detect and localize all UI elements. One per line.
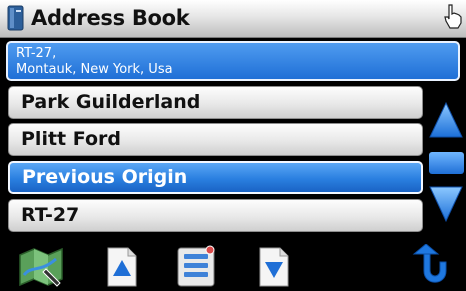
page-up-icon[interactable] [106,246,138,288]
list-item-previous-origin[interactable]: Previous Origin [8,161,423,194]
back-arrow-icon[interactable] [408,244,448,290]
list-item-plitt-ford[interactable]: Plitt Ford [8,123,423,156]
selected-address-panel[interactable]: RT-27, Montauk, New York, Usa [6,41,460,81]
page-down-icon[interactable] [258,246,290,288]
bottom-toolbar [0,238,466,291]
address-book-icon [7,5,24,31]
page-title: Address Book [31,6,190,30]
title-bar: Address Book [0,0,466,38]
scroll-thumb[interactable] [429,152,464,174]
list-item-park-guilderland[interactable]: Park Guilderland [8,86,423,119]
map-icon[interactable] [16,245,72,289]
list-menu-icon[interactable] [176,244,218,288]
hand-cursor-icon [444,4,462,29]
address-line-1: RT-27, [16,46,57,61]
scroll-down-icon[interactable] [428,184,464,224]
list-item-rt-27[interactable]: RT-27 [8,199,423,232]
scroll-up-icon[interactable] [428,100,464,140]
address-line-2: Montauk, New York, Usa [16,62,173,77]
